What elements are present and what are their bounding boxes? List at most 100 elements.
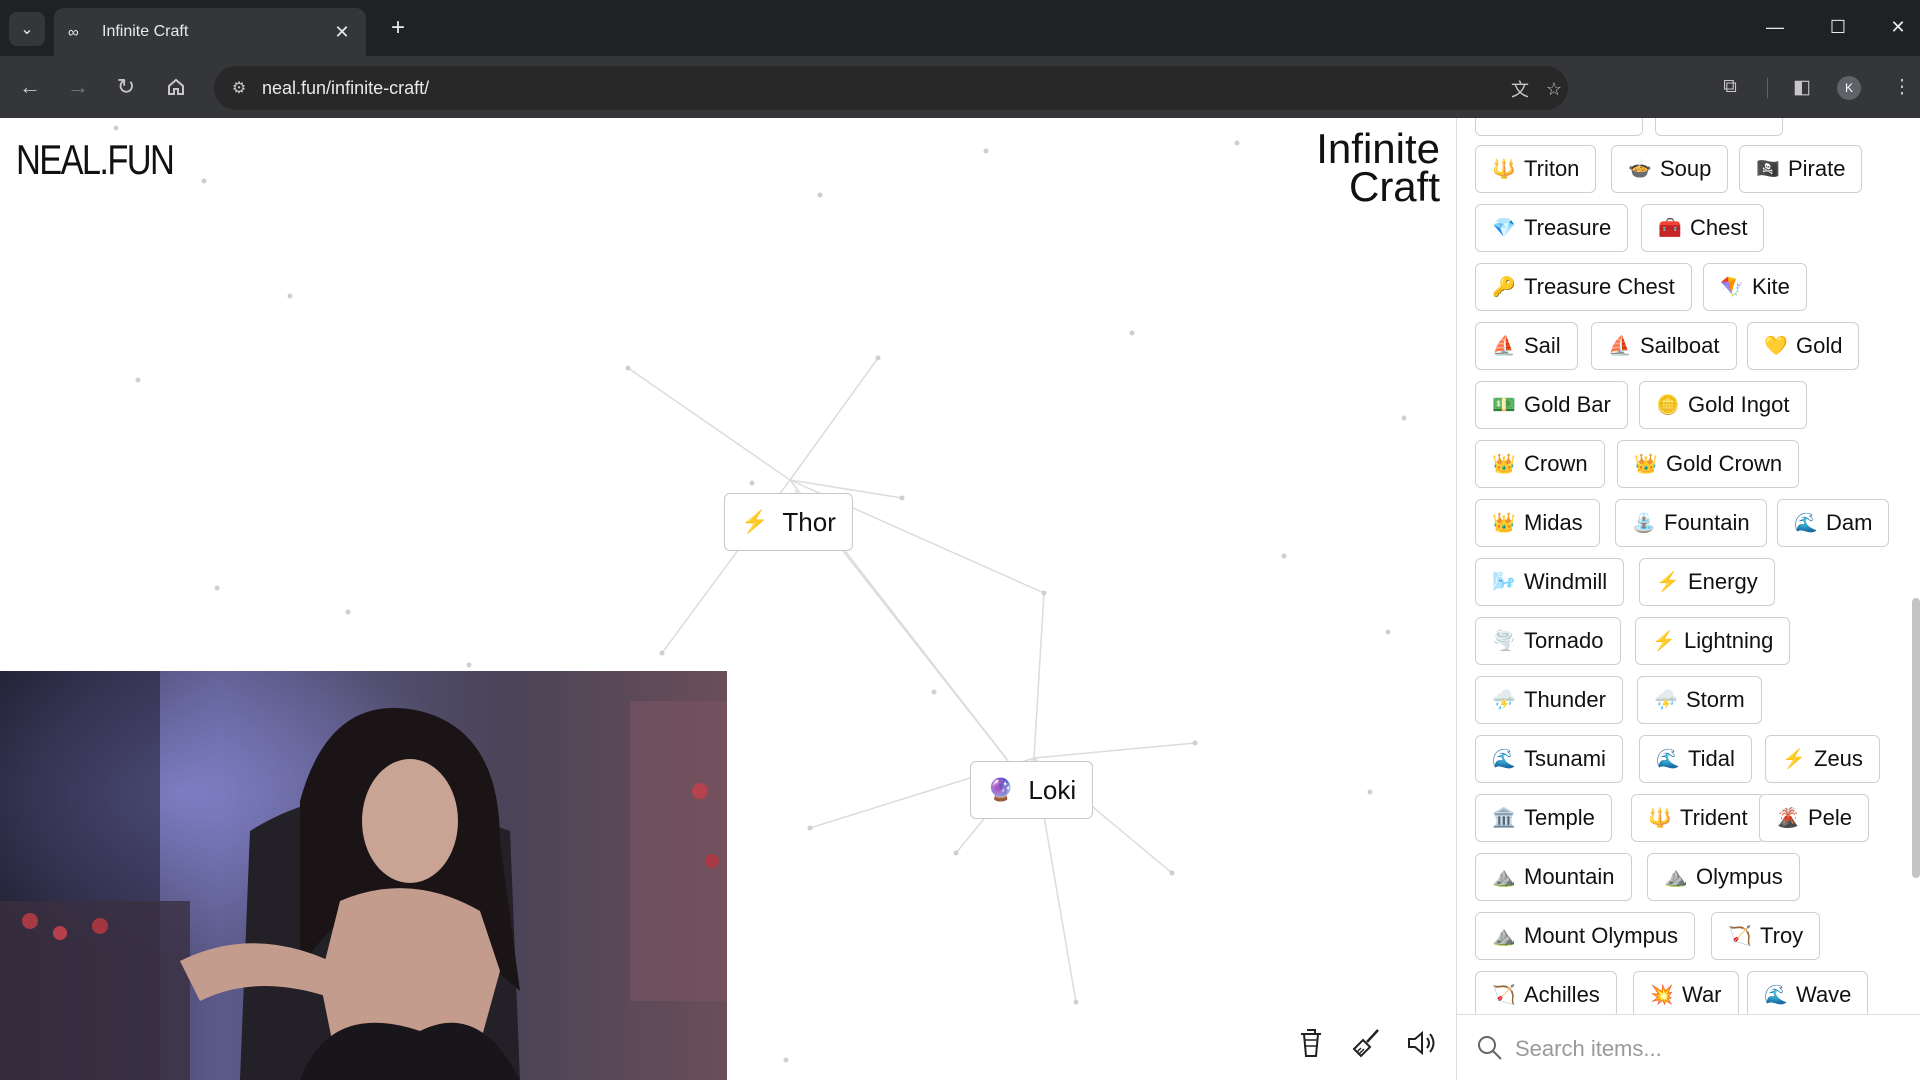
sidebar-item-trident[interactable]: 🔱 Trident [1631, 794, 1765, 842]
item-emoji-icon: 💵 [1492, 395, 1516, 416]
sidebar-item-fountain[interactable]: ⛲ Fountain [1615, 499, 1767, 547]
speaker-icon [1408, 1030, 1435, 1056]
sidebar-item-treasure[interactable]: 💎 Treasure [1475, 204, 1629, 252]
sidebar-item-lightning[interactable]: ⚡ Lightning [1635, 617, 1791, 665]
sidebar-item-achilles[interactable]: 🏹 Achilles [1475, 971, 1617, 1019]
item-label: Storm [1686, 687, 1745, 712]
item-emoji-icon: ⛈️ [1654, 690, 1678, 711]
item-label: Sail [1524, 333, 1561, 358]
item-emoji-icon: 💎 [1492, 218, 1516, 239]
item-label: Treasure [1524, 215, 1612, 240]
arrow-right-icon: → [67, 74, 89, 99]
minimize-icon: — [1766, 16, 1784, 37]
reload-icon: ↻ [116, 74, 136, 99]
tab-search-button[interactable]: ⌄ [9, 12, 45, 46]
item-label: Tsunami [1524, 746, 1606, 771]
canvas-item-thor[interactable]: ⚡ Thor [724, 493, 853, 551]
arrow-left-icon: ← [19, 74, 41, 99]
clear-items-button[interactable] [1298, 1028, 1334, 1064]
broom-icon [1352, 1029, 1379, 1058]
sidebar-item-soup[interactable]: 🍲 Soup [1611, 145, 1729, 193]
canvas-item-loki[interactable]: 🔮 Loki [970, 761, 1094, 819]
browser-tab[interactable]: ∞ Infinite Craft ✕ [54, 8, 366, 56]
toolbar-divider [1767, 78, 1768, 98]
item-label: Fountain [1664, 510, 1750, 535]
item-label: Crown [1524, 451, 1588, 476]
sidebar-item-olympus[interactable]: ⛰️ Olympus [1647, 853, 1800, 901]
title-line-2: Craft [1348, 163, 1440, 210]
sidebar-item-storm[interactable]: ⛈️ Storm [1637, 676, 1762, 724]
sidebar-item-energy[interactable]: ⚡ Energy [1639, 558, 1775, 606]
neal-fun-logo[interactable]: NEAL.FUN [16, 136, 175, 184]
reload-button[interactable]: ↻ [108, 69, 144, 105]
translate-icon[interactable]: 文 [1508, 77, 1532, 101]
sidebar-item-thunder[interactable]: ⛈️ Thunder [1475, 676, 1623, 724]
sidebar-item-sail[interactable]: ⛵ Sail [1475, 322, 1578, 370]
sidebar-scrollbar[interactable] [1912, 598, 1920, 878]
maximize-button[interactable]: ☐ [1818, 10, 1858, 44]
sidebar-item-troy[interactable]: 🏹 Troy [1711, 912, 1821, 960]
back-button[interactable]: ← [12, 69, 48, 105]
sidebar-item-dam[interactable]: 🌊 Dam [1777, 499, 1890, 547]
item-emoji-icon: 👑 [1492, 454, 1516, 475]
side-panel-button[interactable]: ◧ [1784, 69, 1820, 105]
infinite-craft-title: Infinite Craft [1316, 128, 1440, 210]
sidebar-item-tidal[interactable]: 🌊 Tidal [1639, 735, 1752, 783]
minimize-button[interactable]: — [1755, 10, 1795, 44]
item-label: Gold Ingot [1688, 392, 1790, 417]
item-label: Energy [1688, 569, 1758, 594]
site-settings-icon[interactable]: ⚙ [228, 77, 250, 99]
item-label: Soup [1660, 156, 1712, 181]
sidebar-item-hidden[interactable] [1475, 118, 1643, 136]
item-label: Tornado [1524, 628, 1604, 653]
close-tab-icon[interactable]: ✕ [332, 22, 352, 43]
sidebar-item-wave[interactable]: 🌊 Wave [1747, 971, 1869, 1019]
profile-avatar[interactable]: K [1837, 76, 1861, 100]
sidebar-item-gold-bar[interactable]: 💵 Gold Bar [1475, 381, 1628, 429]
sidebar-item-kite[interactable]: 🪁 Kite [1703, 263, 1807, 311]
items-sidebar: 🔱 Triton 🍲 Soup 🏴‍☠️ Pirate 💎 Treasure 🧰 Chest 🔑 Tr… [1456, 118, 1920, 1080]
new-tab-button[interactable]: + [382, 12, 414, 44]
forward-button[interactable]: → [60, 69, 96, 105]
sidebar-item-mountain[interactable]: ⛰️ Mountain [1475, 853, 1632, 901]
page: NEAL.FUN Infinite Craft ⚡ Thor 🔮 Loki 🔱 … [0, 118, 1920, 1080]
close-window-button[interactable]: ✕ [1878, 10, 1918, 44]
bookmark-star-icon[interactable]: ☆ [1542, 77, 1566, 101]
canvas-item-label: Loki [1028, 774, 1077, 805]
sidebar-item-tornado[interactable]: 🌪️ Tornado [1475, 617, 1621, 665]
sidebar-item-tsunami[interactable]: 🌊 Tsunami [1475, 735, 1623, 783]
sidebar-item-sailboat[interactable]: ⛵ Sailboat [1591, 322, 1737, 370]
sidebar-item-chest[interactable]: 🧰 Chest [1641, 204, 1765, 252]
side-panel-icon: ◧ [1793, 76, 1811, 98]
extensions-button[interactable]: ⧉ [1712, 69, 1748, 105]
sidebar-item-midas[interactable]: 👑 Midas [1475, 499, 1600, 547]
search-input[interactable] [1515, 1029, 1895, 1069]
home-button[interactable] [158, 69, 194, 105]
sidebar-item-treasure-chest[interactable]: 🔑 Treasure Chest [1475, 263, 1692, 311]
address-bar[interactable]: ⚙ neal.fun/infinite-craft/ 文 ☆ [214, 66, 1568, 110]
kebab-menu-icon: ⋮ [1892, 76, 1912, 98]
menu-button[interactable]: ⋮ [1884, 69, 1920, 105]
sidebar-item-crown[interactable]: 👑 Crown [1475, 440, 1605, 488]
item-emoji-icon: 🪁 [1720, 277, 1744, 298]
craft-canvas[interactable]: NEAL.FUN Infinite Craft ⚡ Thor 🔮 Loki [0, 118, 1456, 1080]
sidebar-item-triton[interactable]: 🔱 Triton [1475, 145, 1597, 193]
sidebar-item-war[interactable]: 💥 War [1633, 971, 1739, 1019]
sidebar-item-pele[interactable]: 🌋 Pele [1759, 794, 1870, 842]
item-label: Thunder [1524, 687, 1606, 712]
sound-toggle-button[interactable] [1406, 1028, 1442, 1064]
sidebar-item-pirate[interactable]: 🏴‍☠️ Pirate [1739, 145, 1863, 193]
sidebar-item-gold-ingot[interactable]: 🪙 Gold Ingot [1639, 381, 1807, 429]
clean-up-button[interactable] [1352, 1028, 1388, 1064]
close-icon: ✕ [1890, 16, 1906, 37]
sidebar-item-windmill[interactable]: 🌬️ Windmill [1475, 558, 1625, 606]
item-emoji-icon: 🌊 [1656, 749, 1680, 770]
sidebar-item-hidden[interactable] [1655, 118, 1783, 136]
sidebar-item-gold[interactable]: 💛 Gold [1747, 322, 1860, 370]
sidebar-item-temple[interactable]: 🏛️ Temple [1475, 794, 1612, 842]
item-emoji-icon: 🌊 [1492, 749, 1516, 770]
sidebar-item-gold-crown[interactable]: 👑 Gold Crown [1617, 440, 1800, 488]
sidebar-item-zeus[interactable]: ⚡ Zeus [1765, 735, 1880, 783]
sidebar-item-mount-olympus[interactable]: ⛰️ Mount Olympus [1475, 912, 1696, 960]
item-emoji-icon: 🏹 [1728, 926, 1752, 947]
